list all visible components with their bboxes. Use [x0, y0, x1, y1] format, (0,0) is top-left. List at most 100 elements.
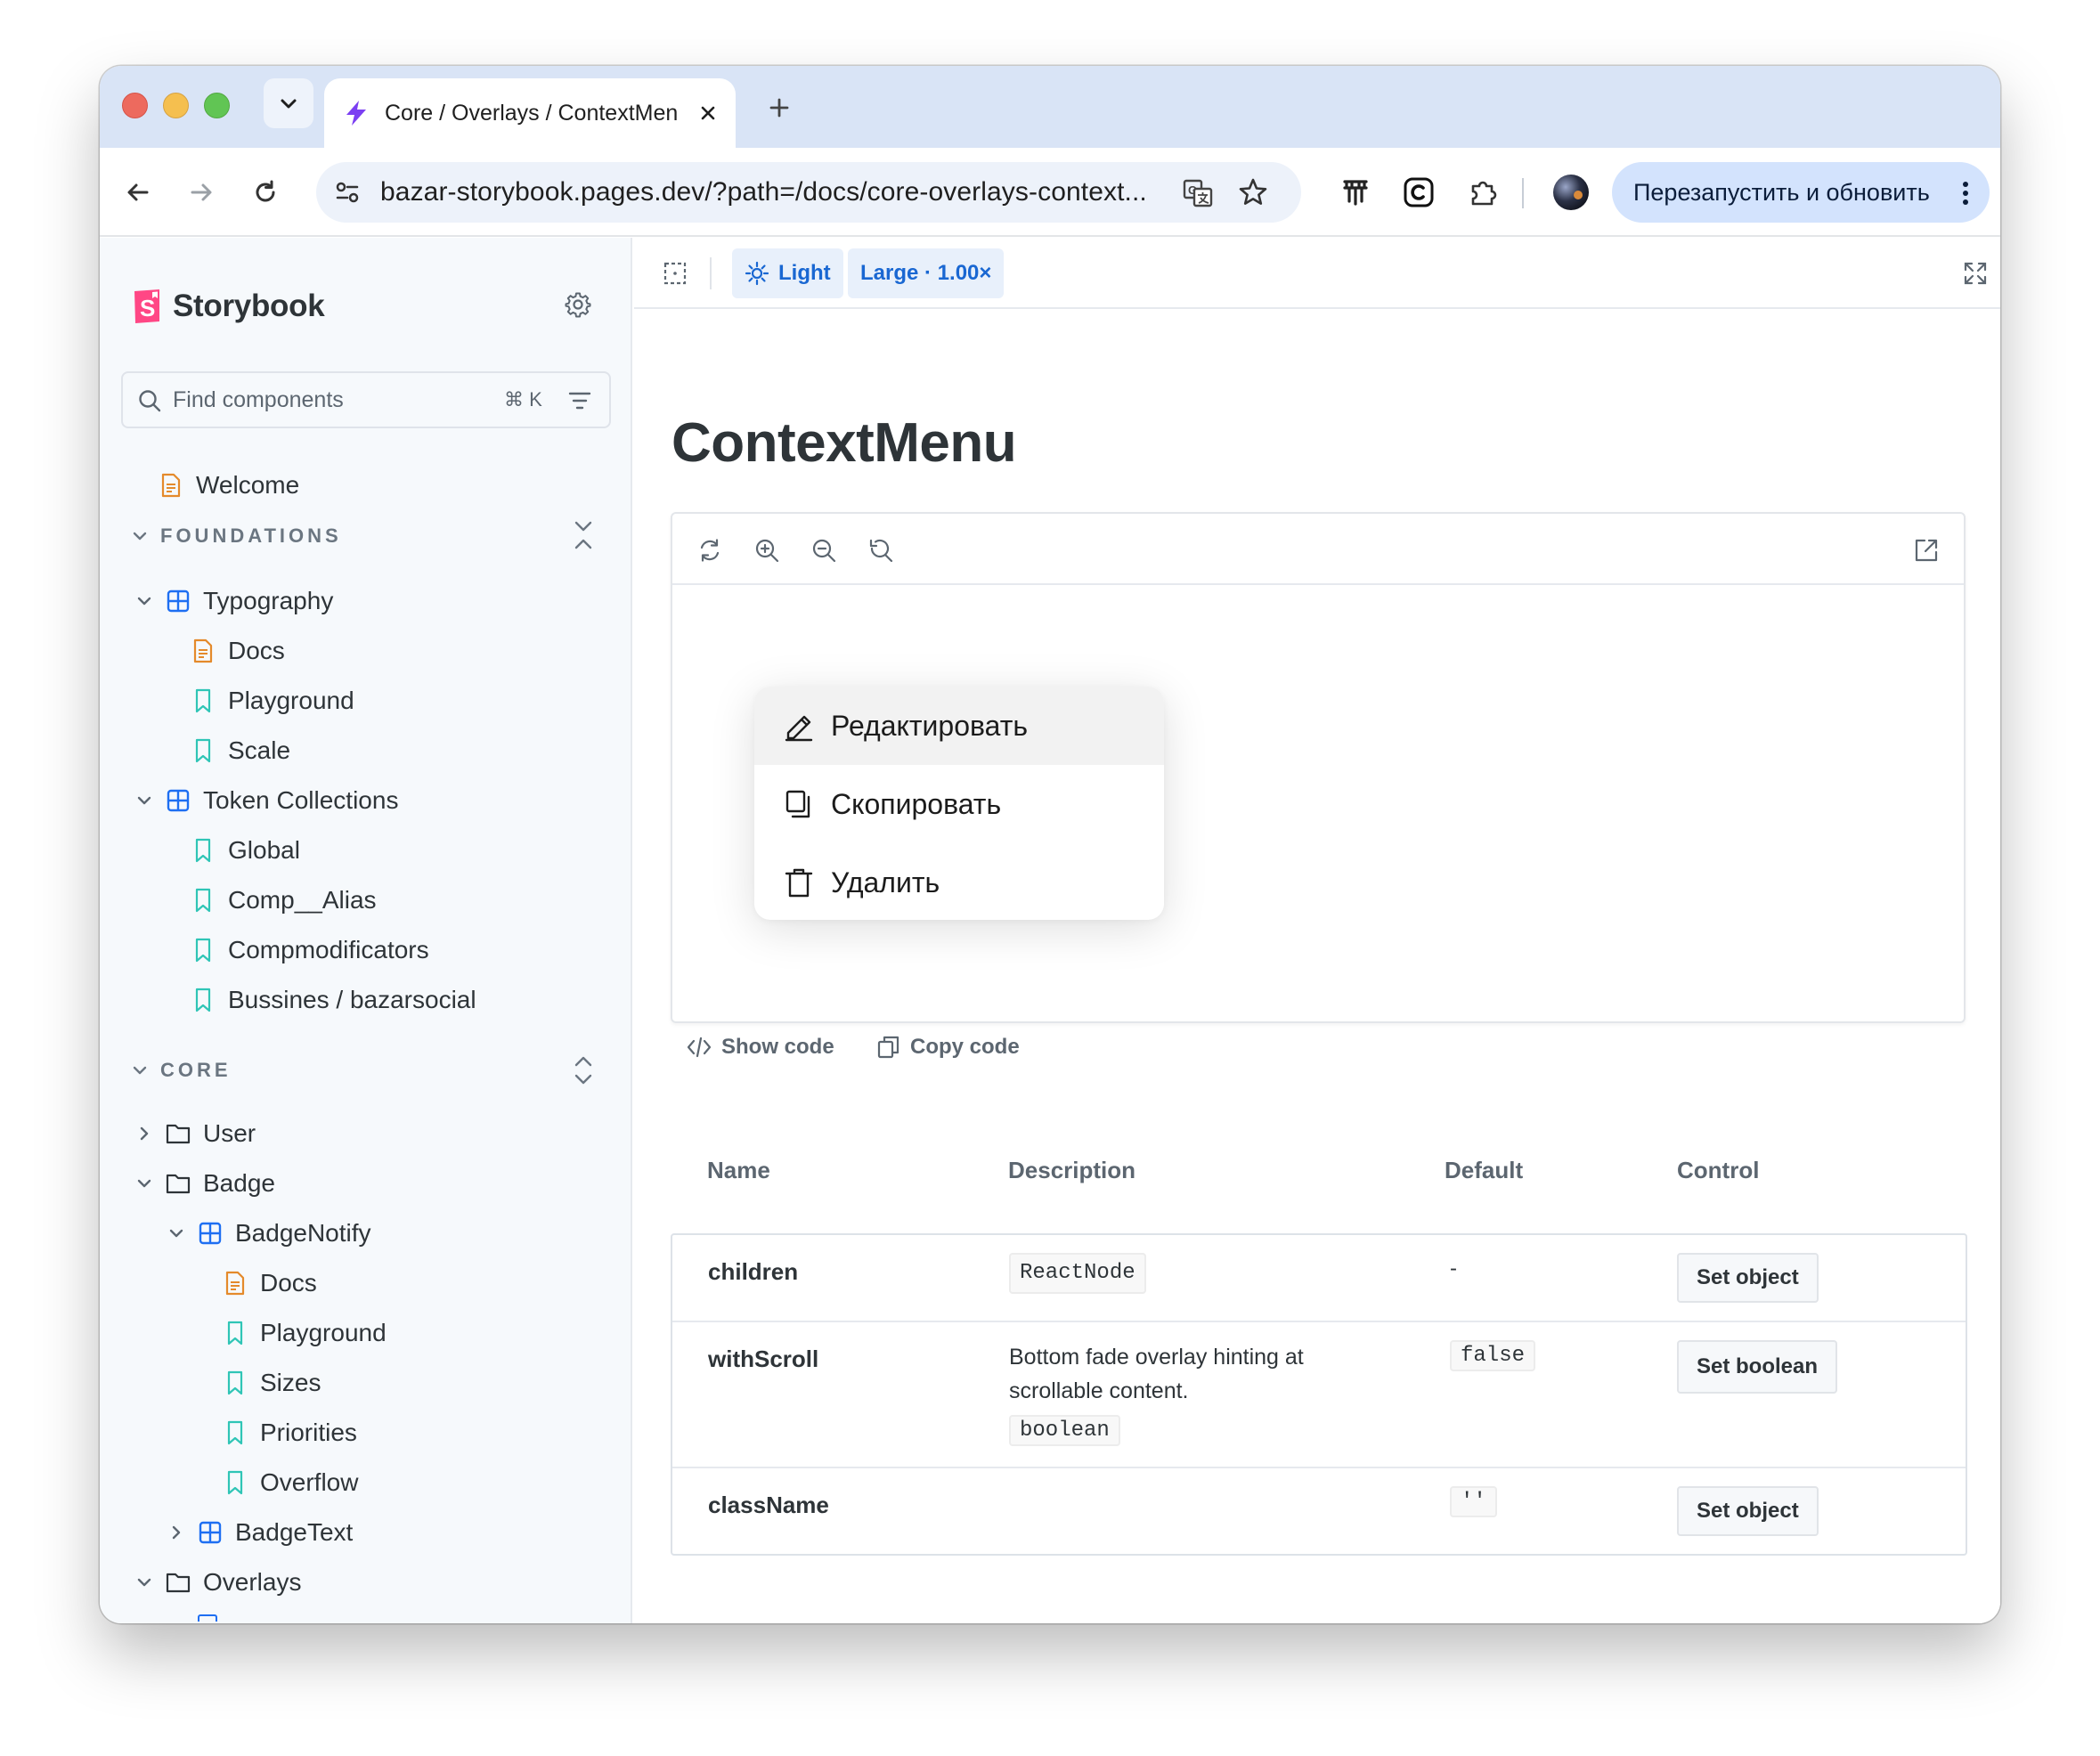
search-input[interactable]	[173, 373, 493, 427]
zoom-in-icon[interactable]	[753, 536, 781, 565]
outline-toggle-icon[interactable]	[663, 261, 688, 286]
section-core[interactable]: CORE	[132, 1053, 232, 1088]
sidebar-item-badgenotify[interactable]: BadgeNotify	[166, 1210, 371, 1256]
back-button[interactable]	[115, 169, 161, 215]
theme-switcher[interactable]: Light	[732, 248, 843, 298]
collapse-all-icon[interactable]	[572, 519, 595, 551]
expand-all-icon[interactable]	[572, 1054, 595, 1086]
menu-item-edit[interactable]: Редактировать	[754, 687, 1164, 765]
sidebar-item-token-collections[interactable]: Token Collections	[134, 777, 398, 824]
component-grid-icon	[198, 1221, 223, 1246]
maximize-window-button[interactable]	[204, 93, 230, 118]
remount-icon[interactable]	[696, 536, 724, 565]
sidebar-item-welcome[interactable]: Welcome	[159, 462, 299, 508]
sidebar-item-label: Comp__Alias	[228, 886, 377, 914]
fullscreen-icon[interactable]	[1963, 261, 1988, 286]
page-title: ContextMenu	[672, 412, 1017, 474]
sidebar-item-badge[interactable]: Badge	[134, 1160, 275, 1207]
sidebar-item-label: Overlays	[203, 1568, 302, 1596]
sidebar-item-badgenotify-priorities[interactable]: Priorities	[223, 1410, 357, 1456]
sidebar-item-bussines-bazarsocial[interactable]: Bussines / bazarsocial	[191, 977, 476, 1023]
sidebar-item-badgenotify-overflow[interactable]: Overflow	[223, 1459, 358, 1506]
menu-item-delete[interactable]: Удалить	[754, 843, 1164, 920]
sidebar-item-label: Docs	[228, 637, 285, 664]
translate-icon[interactable]: G	[1182, 177, 1214, 209]
code-icon	[686, 1036, 721, 1059]
forward-button[interactable]	[178, 169, 224, 215]
prop-default-wrap: false	[1450, 1340, 1536, 1371]
filter-icon[interactable]	[568, 389, 591, 412]
story-preview: Редактировать Скопировать Удалить	[671, 512, 1966, 1023]
extension-button[interactable]	[1332, 169, 1379, 215]
story-bookmark-icon	[191, 688, 216, 713]
show-code-button[interactable]: Show code	[686, 1020, 834, 1075]
sidebar-item-typography-docs[interactable]: Docs	[191, 628, 285, 674]
toolbar-divider	[1522, 178, 1524, 208]
section-title: CORE	[160, 1059, 232, 1081]
column-header-name: Name	[707, 1157, 770, 1183]
sidebar-item-typography-playground[interactable]: Playground	[191, 678, 354, 724]
close-tab-icon[interactable]	[698, 103, 718, 123]
sidebar-item-badgenotify-playground[interactable]: Playground	[223, 1310, 387, 1356]
arrow-right-icon	[188, 179, 215, 206]
reload-button[interactable]	[242, 169, 289, 215]
sidebar-item-user[interactable]: User	[134, 1110, 256, 1157]
tab-search-button[interactable]	[264, 78, 313, 128]
section-foundations[interactable]: FOUNDATIONS	[132, 518, 342, 554]
extensions-button[interactable]	[1461, 169, 1507, 215]
active-tab[interactable]: Core / Overlays / ContextMenu	[324, 78, 736, 148]
restart-label: Перезапустить и обновить	[1633, 178, 1930, 206]
settings-button[interactable]	[565, 291, 591, 318]
sidebar-item-typography-scale[interactable]: Scale	[191, 728, 290, 774]
story-bookmark-icon	[191, 938, 216, 963]
sidebar-item-label: Playground	[228, 687, 354, 714]
close-window-button[interactable]	[122, 93, 148, 118]
bookmark-star-icon[interactable]	[1237, 176, 1269, 208]
chevron-down-icon	[132, 1062, 148, 1078]
sidebar-item-badgenotify-docs[interactable]: Docs	[223, 1260, 317, 1306]
zoom-reset-icon[interactable]	[867, 536, 895, 565]
folder-icon	[166, 1570, 191, 1595]
sidebar-item-global[interactable]: Global	[191, 827, 300, 874]
sidebar-item-label: BadgeText	[235, 1518, 354, 1546]
set-boolean-button[interactable]: Set boolean	[1677, 1340, 1838, 1394]
site-settings-icon[interactable]	[332, 177, 362, 207]
sidebar-item-label: Playground	[260, 1319, 387, 1346]
minimize-window-button[interactable]	[163, 93, 189, 118]
extension-c-button[interactable]	[1396, 169, 1442, 215]
storybook-logo[interactable]: S Storybook	[132, 288, 325, 325]
address-bar[interactable]: bazar-storybook.pages.dev/?path=/docs/co…	[316, 162, 1301, 223]
sidebar-item-comp-alias[interactable]: Comp__Alias	[191, 877, 377, 923]
sidebar-item-label: Docs	[260, 1269, 317, 1297]
document-icon	[159, 473, 183, 498]
kebab-menu-icon[interactable]	[1961, 181, 1970, 206]
new-tab-button[interactable]	[759, 87, 800, 128]
restart-update-button[interactable]: Перезапустить и обновить	[1612, 162, 1990, 223]
trash-icon	[783, 866, 815, 898]
sidebar-item-badgetext[interactable]: BadgeText	[166, 1509, 353, 1556]
sun-icon	[745, 261, 769, 286]
viewport-switcher[interactable]: Large · 1.00×	[848, 248, 1005, 298]
sidebar-item-label: Typography	[203, 587, 334, 614]
preview-toolbar	[672, 514, 1964, 585]
column-header-description: Description	[1008, 1157, 1136, 1183]
folder-icon	[166, 1121, 191, 1146]
open-new-tab-icon[interactable]	[1912, 536, 1941, 565]
set-object-button[interactable]: Set object	[1677, 1486, 1819, 1536]
sidebar-item-typography[interactable]: Typography	[134, 578, 333, 624]
sidebar-item-compmodificators[interactable]: Compmodificators	[191, 927, 429, 973]
set-object-button[interactable]: Set object	[1677, 1253, 1819, 1303]
story-bookmark-icon	[191, 738, 216, 763]
prop-default: -	[1450, 1256, 1457, 1280]
pencil-icon	[783, 710, 815, 742]
copy-icon	[876, 1035, 910, 1060]
copy-code-button[interactable]: Copy code	[876, 1020, 1020, 1075]
column-header-default: Default	[1445, 1157, 1524, 1183]
profile-button[interactable]	[1548, 169, 1594, 215]
prop-description: ReactNode	[1009, 1253, 1365, 1294]
sidebar-item-overlays[interactable]: Overlays	[134, 1559, 301, 1606]
component-search[interactable]: ⌘ K	[121, 371, 611, 428]
zoom-out-icon[interactable]	[810, 536, 838, 565]
sidebar-item-badgenotify-sizes[interactable]: Sizes	[223, 1360, 321, 1406]
menu-item-copy[interactable]: Скопировать	[754, 765, 1164, 843]
